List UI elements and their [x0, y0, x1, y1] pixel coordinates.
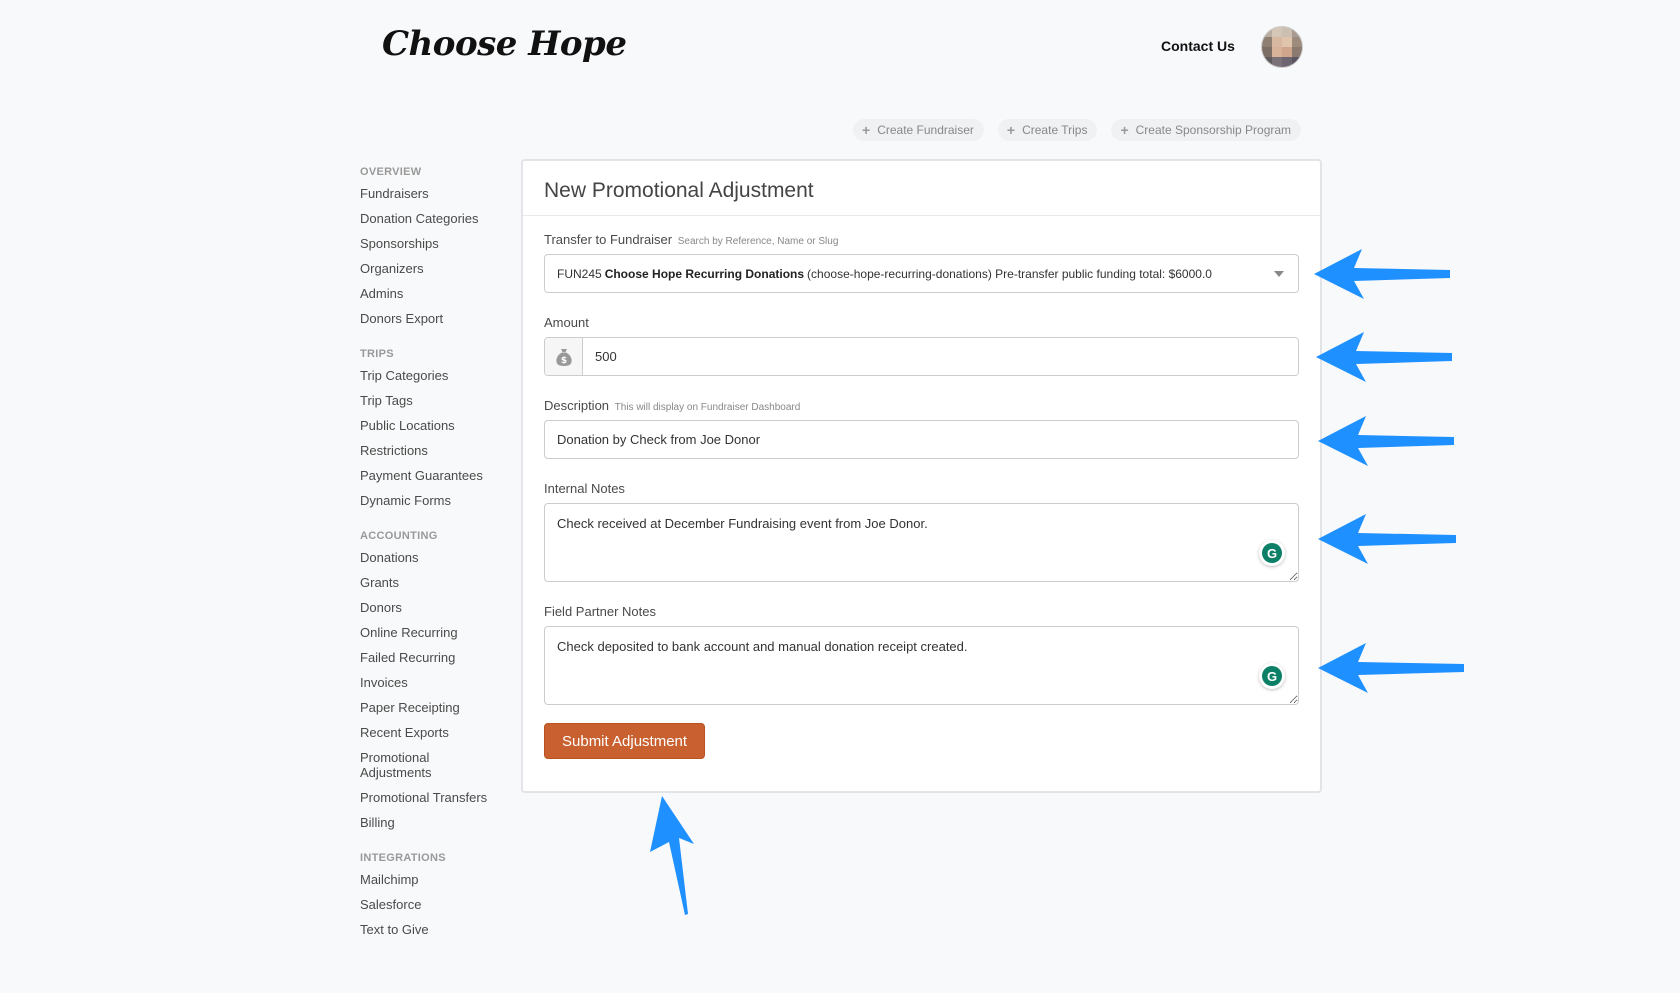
sidebar-item-promotional-transfers[interactable]: Promotional Transfers [360, 790, 520, 805]
sidebar-item-trip-tags[interactable]: Trip Tags [360, 393, 520, 408]
sidebar-item-salesforce[interactable]: Salesforce [360, 897, 520, 912]
arrow-left-icon [1314, 249, 1450, 299]
plus-icon: + [1006, 122, 1016, 138]
fundraiser-select[interactable]: FUN245 Choose Hope Recurring Donations (… [544, 254, 1299, 293]
choose-hope-logo[interactable]: Choose Hope [382, 24, 627, 64]
fundraiser-ref: FUN245 [557, 266, 602, 281]
sidebar-item-donors[interactable]: Donors [360, 600, 520, 615]
svg-text:$: $ [560, 356, 566, 366]
sidebar-section-accounting: ACCOUNTING Donations Grants Donors Onlin… [360, 530, 520, 830]
sidebar-item-donation-categories[interactable]: Donation Categories [360, 211, 520, 226]
amount-label: Amount [544, 315, 589, 330]
sidebar-item-online-recurring[interactable]: Online Recurring [360, 625, 520, 640]
transfer-field: Transfer to Fundraiser Search by Referen… [544, 232, 1299, 293]
sidebar-item-restrictions[interactable]: Restrictions [360, 443, 520, 458]
amount-input[interactable] [583, 338, 1298, 375]
field-partner-notes-label: Field Partner Notes [544, 604, 656, 619]
sidebar-section-overview: OVERVIEW Fundraisers Donation Categories… [360, 166, 520, 326]
grammarly-glyph: G [1262, 666, 1282, 686]
sidebar: OVERVIEW Fundraisers Donation Categories… [360, 166, 520, 959]
sidebar-item-sponsorships[interactable]: Sponsorships [360, 236, 520, 251]
amount-input-group: $ [544, 337, 1299, 376]
fundraiser-details: (choose-hope-recurring-donations) Pre-tr… [807, 266, 1212, 281]
sidebar-item-recent-exports[interactable]: Recent Exports [360, 725, 520, 740]
sidebar-item-failed-recurring[interactable]: Failed Recurring [360, 650, 520, 665]
internal-notes-field: Internal Notes Check received at Decembe… [544, 481, 1299, 582]
arrow-left-icon [1318, 416, 1454, 466]
money-bag-icon: $ [545, 338, 583, 375]
create-fundraiser-button[interactable]: + Create Fundraiser [853, 119, 984, 141]
user-avatar[interactable] [1261, 26, 1303, 68]
fundraiser-name: Choose Hope Recurring Donations [604, 266, 805, 281]
sidebar-heading: INTEGRATIONS [360, 852, 446, 864]
description-input[interactable] [544, 420, 1299, 459]
plus-icon: + [1120, 122, 1129, 138]
sidebar-item-billing[interactable]: Billing [360, 815, 520, 830]
create-toolbar: + Create Fundraiser + Create Trips + Cre… [853, 119, 1302, 141]
internal-notes-textarea[interactable]: Check received at December Fundraising e… [544, 503, 1299, 582]
sidebar-item-fundraisers[interactable]: Fundraisers [360, 186, 520, 201]
grammarly-icon[interactable]: G [1259, 540, 1285, 566]
sidebar-item-grants[interactable]: Grants [360, 575, 520, 590]
promotional-adjustment-card: New Promotional Adjustment Transfer to F… [521, 159, 1322, 793]
create-fundraiser-label: Create Fundraiser [877, 123, 974, 137]
sidebar-item-promotional-adjustments[interactable]: Promotional Adjustments [360, 750, 450, 780]
sidebar-heading: OVERVIEW [360, 166, 422, 178]
arrow-up-icon [650, 796, 694, 915]
sidebar-item-donors-export[interactable]: Donors Export [360, 311, 520, 326]
transfer-label-text: Transfer to Fundraiser [544, 232, 673, 247]
sidebar-section-integrations: INTEGRATIONS Mailchimp Salesforce Text t… [360, 852, 520, 937]
sidebar-item-payment-guarantees[interactable]: Payment Guarantees [360, 468, 520, 483]
sidebar-item-dynamic-forms[interactable]: Dynamic Forms [360, 493, 520, 508]
arrow-left-icon [1318, 514, 1456, 564]
description-label: Description This will display on Fundrai… [544, 398, 1299, 413]
sidebar-item-organizers[interactable]: Organizers [360, 261, 520, 276]
sidebar-item-public-locations[interactable]: Public Locations [360, 418, 520, 433]
sidebar-item-invoices[interactable]: Invoices [360, 675, 520, 690]
arrow-left-icon [1316, 332, 1452, 382]
sidebar-item-mailchimp[interactable]: Mailchimp [360, 872, 520, 887]
sidebar-heading: TRIPS [360, 348, 394, 360]
create-sponsorship-program-label: Create Sponsorship Program [1135, 123, 1292, 137]
adjustment-form: Transfer to Fundraiser Search by Referen… [523, 216, 1320, 759]
submit-adjustment-button[interactable]: Submit Adjustment [544, 723, 706, 759]
create-trips-button[interactable]: + Create Trips [997, 119, 1098, 141]
sidebar-item-paper-receipting[interactable]: Paper Receipting [360, 700, 520, 715]
grammarly-glyph: G [1262, 543, 1282, 563]
page-title: New Promotional Adjustment [523, 161, 1320, 216]
field-partner-notes-field: Field Partner Notes Check deposited to b… [544, 604, 1299, 705]
transfer-hint: Search by Reference, Name or Slug [677, 236, 839, 247]
internal-notes-wrap: Check received at December Fundraising e… [544, 503, 1299, 582]
description-label-text: Description [544, 398, 610, 413]
sidebar-section-trips: TRIPS Trip Categories Trip Tags Public L… [360, 348, 520, 508]
field-partner-notes-wrap: Check deposited to bank account and manu… [544, 626, 1299, 705]
description-hint: This will display on Fundraiser Dashboar… [614, 402, 801, 413]
chevron-down-icon[interactable] [1274, 271, 1284, 277]
internal-notes-label: Internal Notes [544, 481, 625, 496]
description-field: Description This will display on Fundrai… [544, 398, 1299, 459]
create-trips-label: Create Trips [1022, 123, 1088, 137]
arrow-left-icon [1318, 643, 1464, 693]
create-sponsorship-program-button[interactable]: + Create Sponsorship Program [1111, 119, 1302, 141]
sidebar-heading: ACCOUNTING [360, 530, 438, 542]
field-partner-notes-textarea[interactable]: Check deposited to bank account and manu… [544, 626, 1299, 705]
sidebar-item-admins[interactable]: Admins [360, 286, 520, 301]
amount-field: Amount $ [544, 315, 1299, 376]
sidebar-item-donations[interactable]: Donations [360, 550, 520, 565]
grammarly-icon[interactable]: G [1259, 663, 1285, 689]
transfer-label: Transfer to Fundraiser Search by Referen… [544, 232, 1299, 247]
sidebar-item-trip-categories[interactable]: Trip Categories [360, 368, 520, 383]
plus-icon: + [862, 122, 871, 138]
sidebar-item-text-to-give[interactable]: Text to Give [360, 922, 520, 937]
contact-us-link[interactable]: Contact Us [1161, 38, 1235, 54]
